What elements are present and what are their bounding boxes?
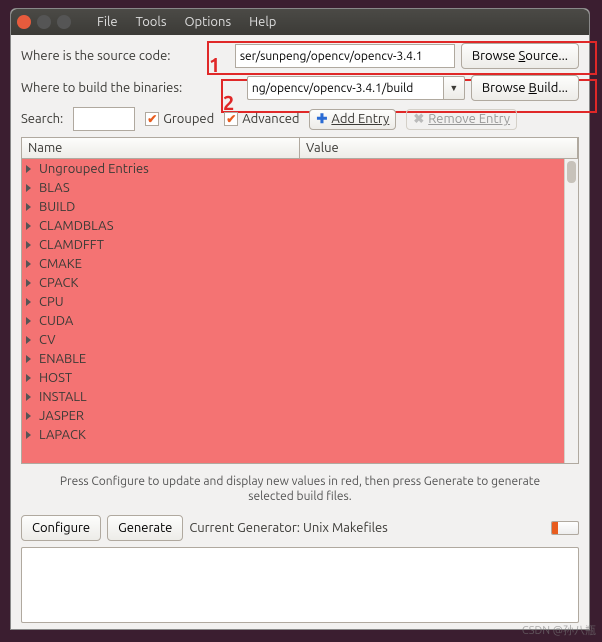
table-row[interactable]: CUDA xyxy=(22,311,578,330)
generate-row: Configure Generate Current Generator: Un… xyxy=(21,515,579,541)
browse-source-button[interactable]: Browse Source... xyxy=(461,43,579,69)
table-row[interactable]: CPU xyxy=(22,292,578,311)
check-icon: ✔ xyxy=(145,112,159,126)
expand-icon[interactable] xyxy=(26,336,31,344)
menu-help[interactable]: Help xyxy=(241,13,284,31)
configure-button[interactable]: Configure xyxy=(21,515,101,541)
output-panel[interactable] xyxy=(21,547,579,623)
source-label: Where is the source code: xyxy=(21,49,170,63)
expand-icon[interactable] xyxy=(26,222,31,230)
x-icon: ✖ xyxy=(413,112,424,127)
expand-icon[interactable] xyxy=(26,431,31,439)
table-row[interactable]: BUILD xyxy=(22,197,578,216)
expand-icon[interactable] xyxy=(26,184,31,192)
scrollbar[interactable] xyxy=(564,159,578,463)
build-path-input[interactable] xyxy=(247,76,443,100)
plus-icon: ✚ xyxy=(316,112,327,127)
advanced-label: Advanced xyxy=(242,112,299,126)
app-window: File Tools Options Help 1 2 Where is the… xyxy=(10,8,590,630)
expand-icon[interactable] xyxy=(26,241,31,249)
table-row[interactable]: INSTALL xyxy=(22,387,578,406)
row-label: CLAMDFFT xyxy=(39,238,104,252)
expand-icon[interactable] xyxy=(26,317,31,325)
menu-tools[interactable]: Tools xyxy=(128,13,175,31)
row-label: ENABLE xyxy=(39,352,86,366)
progress-bar xyxy=(551,521,579,535)
table-row[interactable]: BLAS xyxy=(22,178,578,197)
search-label: Search: xyxy=(21,112,63,126)
row-label: LAPACK xyxy=(39,428,86,442)
table-row[interactable]: CV xyxy=(22,330,578,349)
row-label: CPACK xyxy=(39,276,78,290)
scroll-thumb[interactable] xyxy=(567,161,576,183)
advanced-checkbox[interactable]: ✔ Advanced xyxy=(224,112,299,126)
row-label: BUILD xyxy=(39,200,75,214)
table-header: Name Value xyxy=(22,138,578,159)
column-value[interactable]: Value xyxy=(300,138,578,158)
remove-entry-button: ✖ Remove Entry xyxy=(406,109,517,130)
expand-icon[interactable] xyxy=(26,260,31,268)
browse-build-button[interactable]: Browse Build... xyxy=(471,75,579,101)
window-close-button[interactable] xyxy=(17,15,31,29)
build-row: Where to build the binaries: ▼ Browse Bu… xyxy=(21,75,579,101)
expand-icon[interactable] xyxy=(26,298,31,306)
toolbar-row: Search: ✔ Grouped ✔ Advanced ✚ Add Entry… xyxy=(21,107,579,131)
expand-icon[interactable] xyxy=(26,393,31,401)
expand-icon[interactable] xyxy=(26,374,31,382)
source-row: Where is the source code: Browse Source.… xyxy=(21,43,579,69)
row-label: CPU xyxy=(39,295,64,309)
build-label: Where to build the binaries: xyxy=(21,81,182,95)
expand-icon[interactable] xyxy=(26,412,31,420)
table-row[interactable]: CPACK xyxy=(22,273,578,292)
column-name[interactable]: Name xyxy=(22,138,300,158)
check-icon: ✔ xyxy=(224,112,238,126)
menubar: File Tools Options Help xyxy=(89,13,284,31)
search-input[interactable] xyxy=(73,107,135,131)
table-row[interactable]: CMAKE xyxy=(22,254,578,273)
titlebar: File Tools Options Help xyxy=(11,9,589,35)
table-row[interactable]: ENABLE xyxy=(22,349,578,368)
expand-icon[interactable] xyxy=(26,355,31,363)
hint-text: Press Configure to update and display ne… xyxy=(21,470,579,509)
expand-icon[interactable] xyxy=(26,203,31,211)
row-label: BLAS xyxy=(39,181,70,195)
row-label: HOST xyxy=(39,371,72,385)
row-label: CUDA xyxy=(39,314,73,328)
row-label: Ungrouped Entries xyxy=(39,162,149,176)
row-label: INSTALL xyxy=(39,390,87,404)
table-row[interactable]: CLAMDBLAS xyxy=(22,216,578,235)
grouped-label: Grouped xyxy=(163,112,214,126)
window-maximize-button[interactable] xyxy=(57,15,71,29)
table-row[interactable]: JASPER xyxy=(22,406,578,425)
grouped-checkbox[interactable]: ✔ Grouped xyxy=(145,112,214,126)
add-entry-button[interactable]: ✚ Add Entry xyxy=(309,109,396,130)
generate-button[interactable]: Generate xyxy=(107,515,183,541)
table-row[interactable]: Ungrouped Entries xyxy=(22,159,578,178)
table-row[interactable]: HOST xyxy=(22,368,578,387)
current-generator-label: Current Generator: Unix Makefiles xyxy=(189,521,387,535)
row-label: JASPER xyxy=(39,409,84,423)
expand-icon[interactable] xyxy=(26,279,31,287)
table-row[interactable]: CLAMDFFT xyxy=(22,235,578,254)
table-row[interactable]: LAPACK xyxy=(22,425,578,444)
row-label: CMAKE xyxy=(39,257,82,271)
table-body: Ungrouped Entries BLAS BUILD CLAMDBLAS CLAMD… xyxy=(22,159,578,463)
menu-options[interactable]: Options xyxy=(176,13,239,31)
menu-file[interactable]: File xyxy=(89,13,126,31)
remove-entry-label: Remove Entry xyxy=(428,112,510,126)
source-path-input[interactable] xyxy=(235,44,455,68)
options-table: Name Value Ungrouped Entries BLAS BUILD CLA… xyxy=(21,137,579,464)
row-label: CLAMDBLAS xyxy=(39,219,114,233)
row-label: CV xyxy=(39,333,55,347)
expand-icon[interactable] xyxy=(26,165,31,173)
window-minimize-button[interactable] xyxy=(37,15,51,29)
chevron-down-icon[interactable]: ▼ xyxy=(443,76,465,100)
add-entry-label: Add Entry xyxy=(331,112,389,126)
watermark: CSDN @孙八瓶 xyxy=(522,622,596,638)
content: Where is the source code: Browse Source.… xyxy=(11,35,589,629)
build-path-combo: ▼ xyxy=(247,76,465,100)
